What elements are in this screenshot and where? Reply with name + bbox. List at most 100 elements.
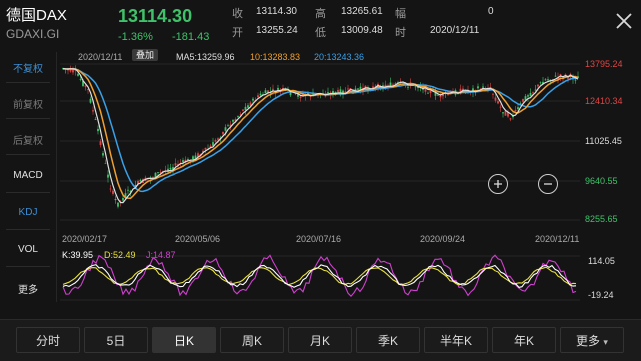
candle-body bbox=[544, 79, 547, 81]
price-tick: 8255.65 bbox=[585, 214, 618, 224]
kdj-d-label: D:52.49 bbox=[104, 250, 136, 260]
plus-icon bbox=[494, 180, 502, 188]
candle-body bbox=[252, 98, 254, 101]
candle-body bbox=[182, 160, 184, 163]
candle-body bbox=[84, 85, 87, 87]
tab-more-label: 更多 bbox=[576, 334, 601, 348]
candle-body bbox=[209, 145, 212, 147]
price-tick: 13795.24 bbox=[585, 59, 623, 69]
kdj-j-label: J:14.87 bbox=[146, 250, 176, 260]
candle-body bbox=[107, 174, 109, 178]
candlestick-chart[interactable] bbox=[0, 0, 641, 320]
candle-body bbox=[227, 125, 229, 127]
candle-body bbox=[509, 118, 512, 120]
candle-body bbox=[529, 92, 532, 96]
candle-body bbox=[174, 163, 177, 166]
candle-body bbox=[157, 172, 159, 173]
candle-body bbox=[514, 109, 517, 112]
candle-body bbox=[169, 167, 172, 170]
candle-body bbox=[574, 79, 577, 81]
candle-body bbox=[272, 88, 274, 90]
candle-body bbox=[327, 92, 329, 93]
candle-body bbox=[289, 92, 292, 96]
price-tick: 11025.45 bbox=[585, 136, 622, 146]
period-tab-bar: 分时 5日 日K 周K 月K 季K 半年K 年K 更多 ▾ bbox=[0, 319, 641, 361]
candle-body bbox=[94, 119, 97, 120]
tab-yearly-k[interactable]: 年K bbox=[492, 327, 556, 353]
candle-body bbox=[309, 96, 312, 98]
candle-body bbox=[212, 142, 214, 146]
candle-body bbox=[527, 95, 529, 97]
date-tick: 2020/07/16 bbox=[296, 234, 342, 244]
candle-body bbox=[72, 69, 74, 73]
candle-body bbox=[437, 94, 439, 96]
candle-body bbox=[257, 95, 259, 98]
date-tick: 2020/02/17 bbox=[62, 234, 108, 244]
candle-body bbox=[109, 188, 112, 190]
candle-body bbox=[497, 101, 499, 104]
candle-body bbox=[244, 106, 247, 111]
zoom-in-button[interactable] bbox=[488, 174, 508, 194]
candle-body bbox=[259, 93, 262, 96]
candle-body bbox=[347, 88, 349, 90]
candle-body bbox=[192, 156, 194, 160]
candle-body bbox=[139, 179, 142, 182]
candle-body bbox=[204, 147, 207, 150]
candle-body bbox=[247, 105, 249, 108]
candle-body bbox=[214, 140, 217, 142]
zoom-out-button[interactable] bbox=[538, 174, 558, 194]
candle-body bbox=[522, 98, 524, 102]
candle-body bbox=[357, 88, 359, 90]
tab-monthly-k[interactable]: 月K bbox=[288, 327, 352, 353]
candle-body bbox=[504, 110, 507, 116]
tab-5day[interactable]: 5日 bbox=[84, 327, 148, 353]
candle-body bbox=[79, 79, 82, 80]
kdj-axis-top: 114.05 bbox=[588, 256, 615, 266]
candle-body bbox=[104, 163, 107, 164]
kdj-axis-bottom: -19.24 bbox=[588, 290, 614, 300]
tab-halfyear-k[interactable]: 半年K bbox=[424, 327, 488, 353]
candle-body bbox=[554, 75, 557, 77]
candle-body bbox=[337, 90, 339, 92]
date-tick: 2020/09/24 bbox=[420, 234, 466, 244]
candle-body bbox=[414, 86, 417, 88]
candle-body bbox=[494, 97, 497, 101]
candle-body bbox=[277, 87, 279, 90]
candle-body bbox=[532, 91, 534, 93]
tab-weekly-k[interactable]: 周K bbox=[220, 327, 284, 353]
candle-body bbox=[217, 138, 219, 140]
tab-more[interactable]: 更多 ▾ bbox=[560, 327, 624, 353]
candle-body bbox=[222, 131, 224, 135]
tab-daily-k[interactable]: 日K bbox=[152, 327, 216, 353]
candle-body bbox=[99, 141, 102, 145]
candle-body bbox=[477, 86, 479, 89]
candle-body bbox=[97, 128, 99, 132]
candle-body bbox=[232, 119, 234, 122]
candle-body bbox=[492, 93, 494, 95]
tab-quarterly-k[interactable]: 季K bbox=[356, 327, 420, 353]
candle-body bbox=[482, 86, 484, 88]
candle-body bbox=[534, 89, 537, 91]
candle-body bbox=[159, 172, 162, 173]
candle-body bbox=[89, 98, 92, 103]
candle-body bbox=[394, 83, 397, 84]
tab-intraday[interactable]: 分时 bbox=[16, 327, 80, 353]
candle-body bbox=[92, 110, 94, 112]
date-tick: 2020/12/11 bbox=[535, 234, 580, 244]
candle-body bbox=[502, 112, 504, 114]
candle-body bbox=[427, 92, 429, 94]
price-tick: 12410.34 bbox=[585, 96, 623, 106]
candle-body bbox=[299, 96, 302, 98]
kdj-k-label: K:39.95 bbox=[62, 250, 94, 260]
candle-body bbox=[539, 82, 542, 84]
candle-body bbox=[127, 189, 129, 191]
candle-body bbox=[224, 127, 227, 131]
candle-body bbox=[122, 197, 124, 201]
candle-body bbox=[517, 107, 519, 110]
candle-body bbox=[537, 84, 539, 87]
candle-body bbox=[547, 79, 549, 81]
candle-body bbox=[77, 73, 79, 76]
candle-body bbox=[407, 86, 409, 88]
candle-body bbox=[114, 199, 117, 201]
price-tick: 9640.55 bbox=[585, 176, 618, 186]
